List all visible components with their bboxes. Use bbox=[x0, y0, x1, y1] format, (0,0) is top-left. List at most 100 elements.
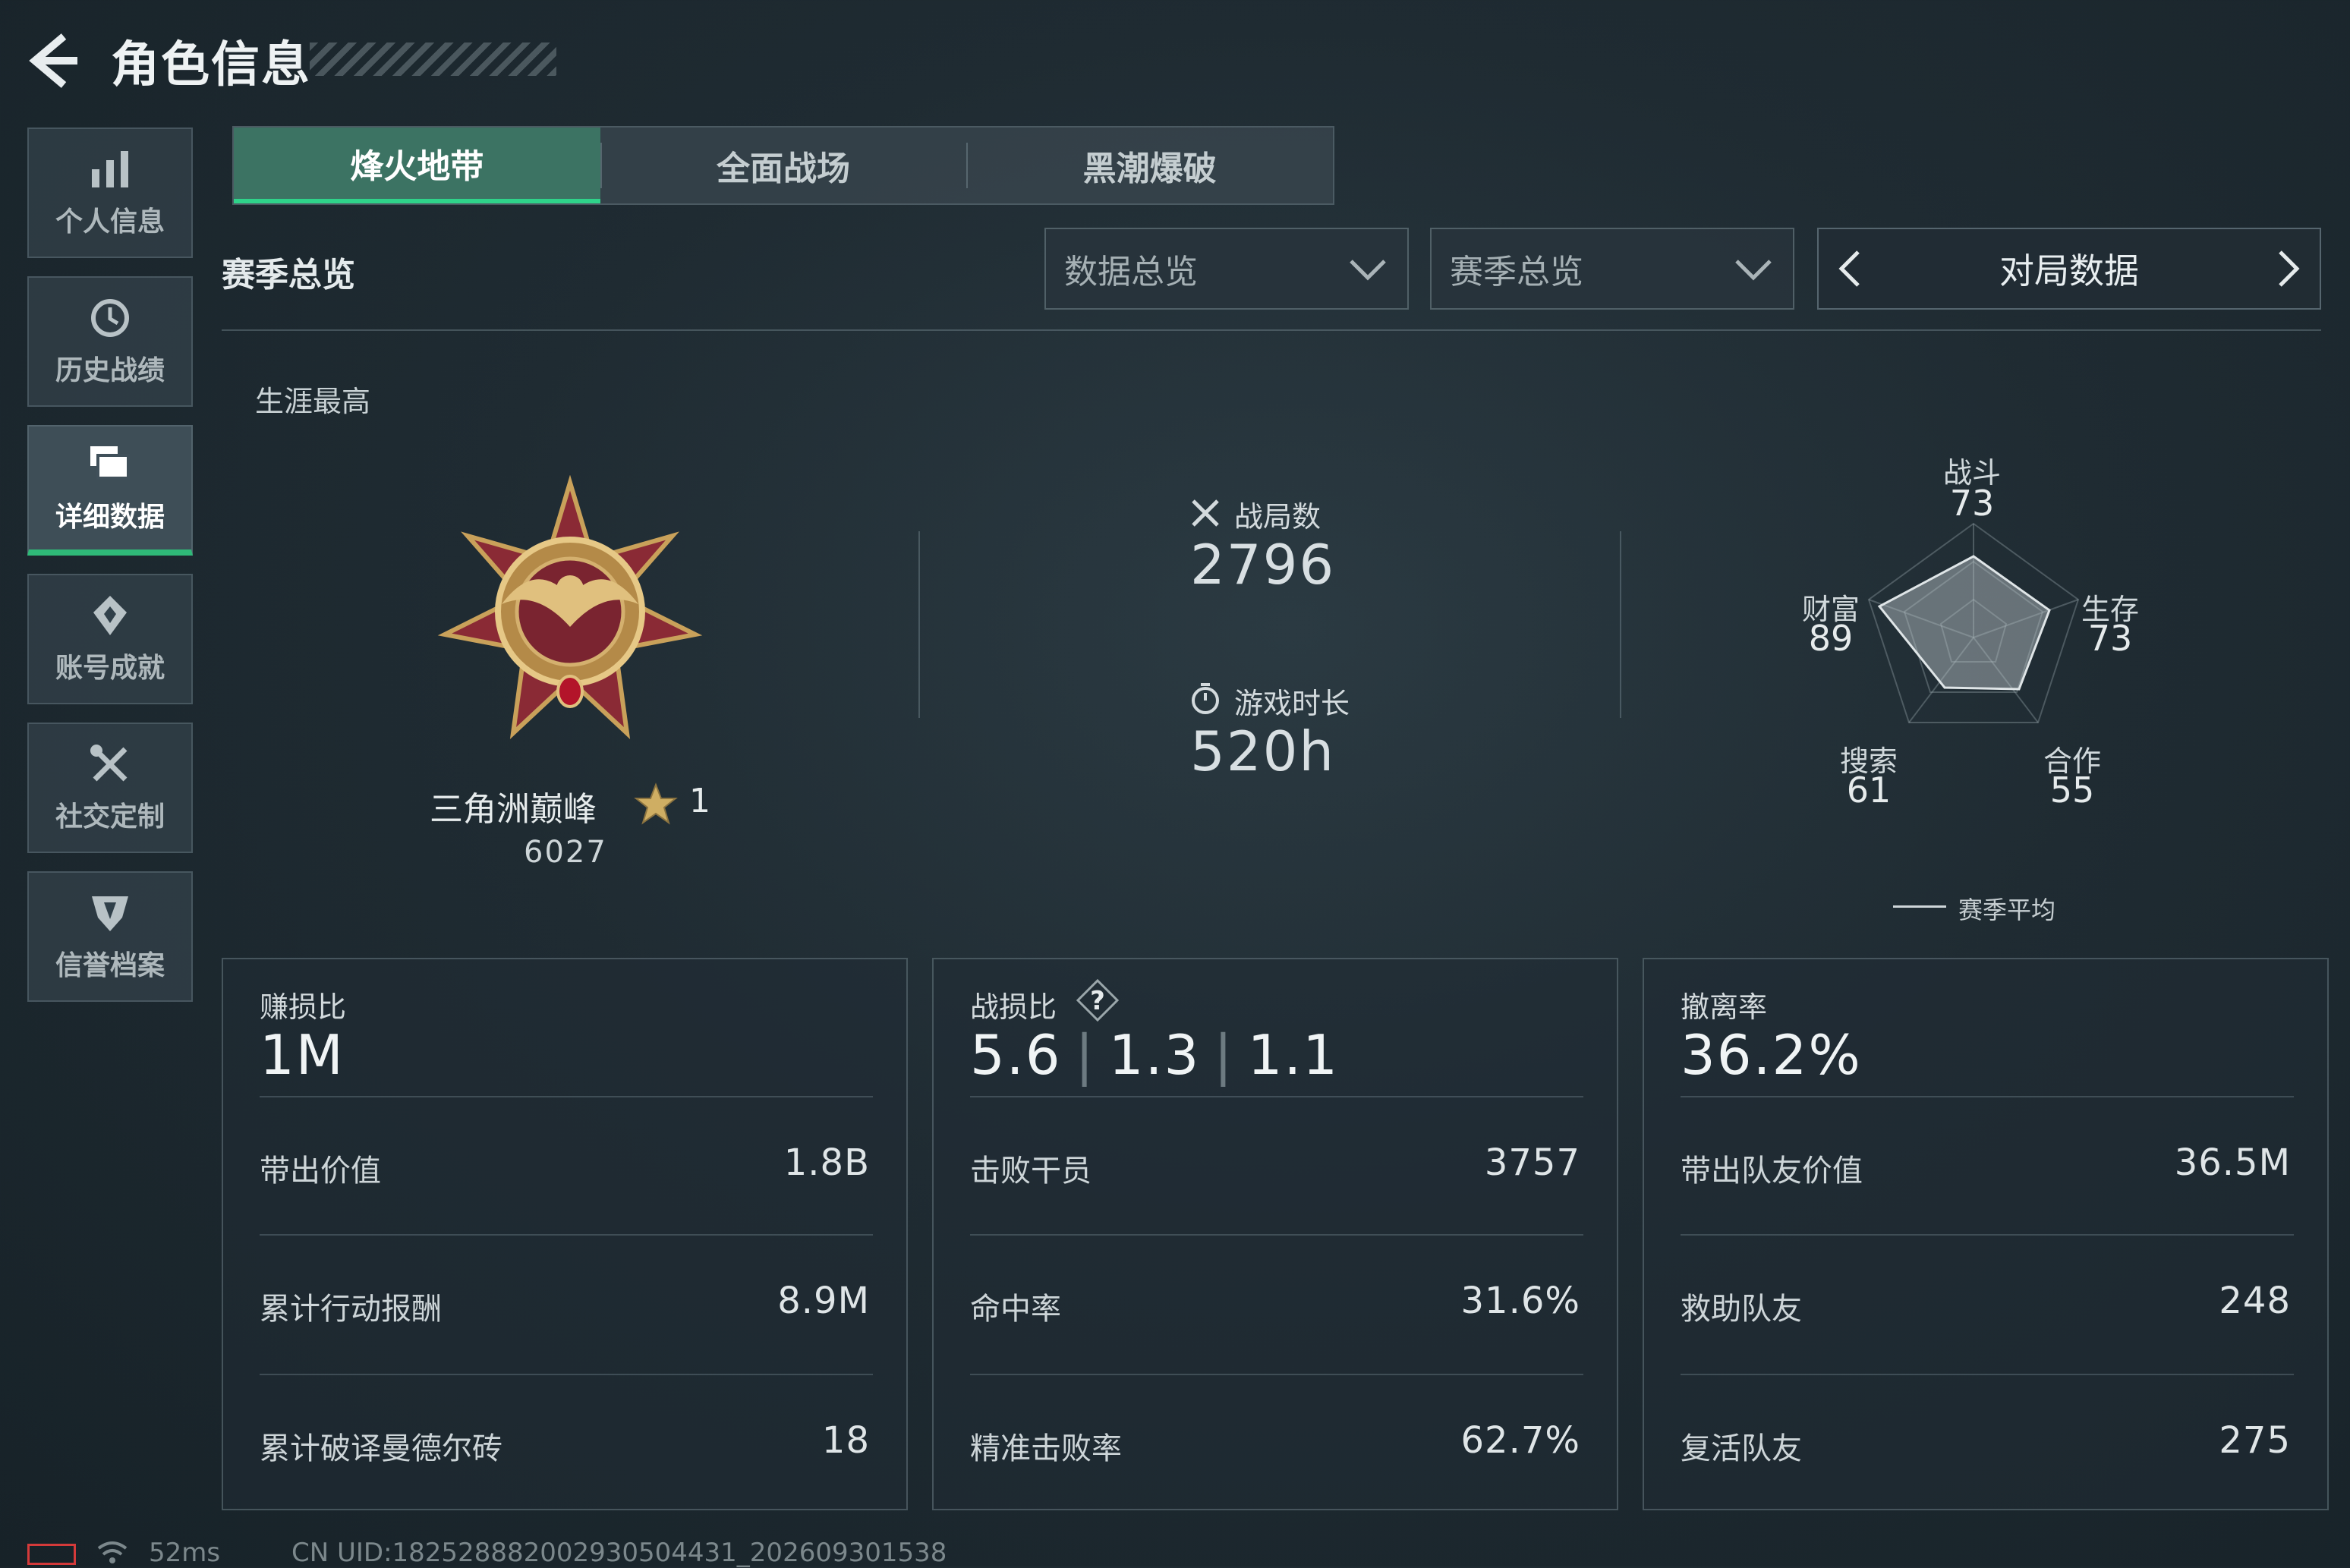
rank-level: 1 bbox=[689, 782, 710, 820]
card-separator bbox=[260, 1096, 873, 1097]
sidebar-item-personal-info[interactable]: 个人信息 bbox=[27, 128, 193, 258]
sidebar-item-credit[interactable]: 信誉档案 bbox=[27, 871, 193, 1002]
radar-value-cooperation: 55 bbox=[2049, 770, 2095, 811]
kd-value-1: 5.6 bbox=[970, 1023, 1062, 1087]
card-main-value: 1M bbox=[260, 1023, 345, 1087]
sidebar-item-label: 社交定制 bbox=[55, 801, 165, 833]
battery-icon bbox=[27, 1544, 76, 1565]
kd-separator: | bbox=[1214, 1023, 1234, 1087]
chevron-down-icon bbox=[1350, 260, 1386, 281]
back-arrow-icon[interactable] bbox=[24, 30, 85, 91]
vertical-divider bbox=[1620, 531, 1621, 718]
card-title: 战损比 bbox=[970, 990, 1057, 1024]
achievement-icon bbox=[93, 596, 127, 635]
card-separator bbox=[1681, 1096, 2294, 1097]
sidebar-item-label: 详细数据 bbox=[55, 502, 165, 533]
section-title: 赛季总览 bbox=[222, 256, 355, 294]
data-overview-dropdown[interactable]: 数据总览 bbox=[1044, 228, 1409, 310]
dropdown-value: 数据总览 bbox=[1064, 253, 1198, 291]
radar-value-search: 61 bbox=[1846, 770, 1892, 811]
kd-value-3: 1.1 bbox=[1247, 1023, 1340, 1087]
row-value: 31.6% bbox=[1460, 1280, 1580, 1322]
radar-value-wealth: 89 bbox=[1808, 618, 1854, 659]
crossed-tools-icon bbox=[90, 745, 128, 782]
row-label: 命中率 bbox=[970, 1292, 1061, 1327]
stopwatch-icon bbox=[1192, 683, 1219, 714]
row-label: 复活队友 bbox=[1681, 1431, 1802, 1466]
row-label: 累计行动报酬 bbox=[260, 1292, 442, 1327]
row-value: 1.8B bbox=[783, 1141, 870, 1184]
row-value: 18 bbox=[821, 1419, 870, 1462]
card-title: 撤离率 bbox=[1681, 990, 1768, 1024]
section-divider bbox=[222, 329, 2321, 331]
sidebar-item-history[interactable]: 历史战绩 bbox=[27, 276, 193, 407]
card-separator bbox=[970, 1234, 1583, 1236]
chevron-right-icon[interactable] bbox=[2267, 247, 2309, 290]
card-separator bbox=[260, 1374, 873, 1375]
wifi-icon bbox=[97, 1541, 128, 1563]
shield-credit-icon bbox=[92, 896, 128, 931]
matches-value: 2796 bbox=[1190, 533, 1336, 597]
card-title: 赚损比 bbox=[260, 990, 347, 1024]
card-main-value: 5.6 | 1.3 | 1.1 bbox=[970, 1023, 1339, 1087]
sidebar-item-label: 个人信息 bbox=[55, 206, 165, 238]
sidebar-item-achievements[interactable]: 账号成就 bbox=[27, 574, 193, 704]
history-clock-icon bbox=[91, 299, 129, 337]
kd-separator: | bbox=[1075, 1023, 1095, 1087]
chevron-left-icon[interactable] bbox=[1829, 247, 1872, 290]
extraction-card: 撤离率 36.2% 带出队友价值 36.5M 救助队友 248 复活队友 275 bbox=[1643, 958, 2329, 1510]
playtime-value: 520h bbox=[1190, 719, 1336, 783]
crossed-swords-icon bbox=[1192, 499, 1219, 527]
radar-value-polygon bbox=[1877, 555, 2051, 691]
tab-firezone[interactable]: 烽火地带 bbox=[234, 128, 600, 203]
sidebar-item-label: 账号成就 bbox=[55, 653, 165, 684]
matches-label: 战局数 bbox=[1234, 500, 1321, 534]
row-value: 8.9M bbox=[777, 1280, 870, 1322]
vertical-divider bbox=[918, 531, 920, 718]
sidebar-item-detailed-data[interactable]: 详细数据 bbox=[27, 425, 193, 556]
pager-label: 对局数据 bbox=[1999, 250, 2139, 291]
rank-score: 6027 bbox=[524, 835, 607, 870]
radar-value-survival: 73 bbox=[2087, 618, 2133, 659]
help-icon[interactable]: ? bbox=[1075, 978, 1120, 1023]
row-value: 3757 bbox=[1484, 1141, 1580, 1184]
playtime-label: 游戏时长 bbox=[1234, 687, 1350, 720]
radar-value-combat: 73 bbox=[1949, 483, 1995, 524]
rank-name: 三角洲巅峰 bbox=[430, 790, 597, 829]
tab-black-tide[interactable]: 黑潮爆破 bbox=[966, 128, 1333, 203]
card-separator bbox=[970, 1096, 1583, 1097]
uid-text: CN UID:1825288820029305044​31_2026093015… bbox=[291, 1538, 947, 1568]
row-label: 精准击败率 bbox=[970, 1431, 1122, 1466]
star-icon bbox=[634, 782, 678, 825]
ping-text: 52ms bbox=[149, 1538, 221, 1568]
row-label: 击败干员 bbox=[970, 1154, 1092, 1189]
tab-full-battlefield[interactable]: 全面战场 bbox=[600, 128, 967, 203]
sidebar-item-label: 信誉档案 bbox=[55, 950, 165, 981]
row-label: 带出价值 bbox=[260, 1154, 381, 1189]
card-separator bbox=[1681, 1234, 2294, 1236]
match-data-pager: 对局数据 bbox=[1817, 228, 2321, 310]
title-decoration bbox=[310, 43, 556, 76]
profit-card: 赚损比 1M 带出价值 1.8B 累计行动报酬 8.9M 累计破译曼德尔砖 18 bbox=[222, 958, 908, 1510]
stacked-cards-icon bbox=[90, 446, 130, 480]
page-title: 角色信息 bbox=[111, 37, 311, 93]
career-best-label: 生涯最高 bbox=[255, 385, 371, 418]
dropdown-value: 赛季总览 bbox=[1450, 253, 1583, 291]
season-overview-dropdown[interactable]: 赛季总览 bbox=[1430, 228, 1794, 310]
legend-season-average: 赛季平均 bbox=[1958, 896, 2056, 924]
row-value: 62.7% bbox=[1460, 1419, 1580, 1462]
sidebar-item-social[interactable]: 社交定制 bbox=[27, 723, 193, 853]
card-main-value: 36.2% bbox=[1681, 1023, 1862, 1087]
row-value: 275 bbox=[2219, 1419, 2291, 1462]
svg-text:?: ? bbox=[1090, 986, 1105, 1016]
kd-card: 战损比 ? 5.6 | 1.3 | 1.1 击败干员 3757 命中率 31.6% 精准… bbox=[932, 958, 1618, 1510]
sidebar-item-label: 历史战绩 bbox=[55, 355, 165, 386]
card-separator bbox=[1681, 1374, 2294, 1375]
card-separator bbox=[260, 1234, 873, 1236]
rank-badge-icon bbox=[437, 475, 703, 739]
bar-chart-icon bbox=[92, 151, 128, 187]
row-value: 248 bbox=[2219, 1280, 2291, 1322]
chevron-down-icon bbox=[1735, 260, 1772, 281]
row-label: 累计破译曼德尔砖 bbox=[260, 1431, 502, 1466]
row-label: 带出队友价值 bbox=[1681, 1154, 1863, 1189]
